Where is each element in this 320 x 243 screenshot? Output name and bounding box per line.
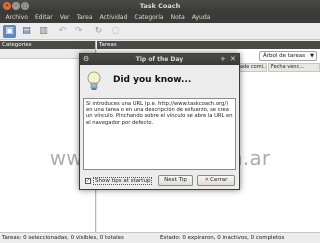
undo-icon[interactable]: ↶ <box>56 25 69 38</box>
tasks-panel-title: Tareas <box>97 41 320 49</box>
redo-icon[interactable]: ↷ <box>72 25 85 38</box>
open-icon[interactable]: ▣ <box>3 25 16 38</box>
task-view-selector-value: Árbol de tareas <box>263 53 306 59</box>
toolbar: ▣ ▤ ▥ ↶ ↷ ↻ ◌ <box>0 23 320 40</box>
dialog-maximize-icon[interactable]: + <box>220 55 226 63</box>
tip-of-the-day-dialog: ⚙ Tip of the Day + ✕ Did you know... Si … <box>79 53 240 190</box>
menu-actividad[interactable]: Actividad <box>96 12 131 23</box>
search-icon[interactable]: ◌ <box>109 25 122 38</box>
print-icon[interactable]: ▥ <box>37 25 50 38</box>
menu-tarea[interactable]: Tarea <box>73 12 96 23</box>
dialog-close-icon[interactable]: ✕ <box>230 55 236 63</box>
window-title: Task Coach <box>139 2 181 10</box>
column-header[interactable]: Fecha venc... <box>268 63 320 72</box>
save-icon[interactable]: ▤ <box>20 25 33 38</box>
categories-panel-title: Categories <box>0 41 95 49</box>
dialog-title-bar: ⚙ Tip of the Day + ✕ <box>80 54 239 65</box>
close-dialog-label: Cerrar <box>210 177 228 183</box>
show-tips-label: Show tips at startup <box>93 177 153 185</box>
menu-nota[interactable]: Nota <box>167 12 188 23</box>
next-tip-button[interactable]: Next Tip <box>158 175 193 186</box>
lightbulb-icon <box>87 71 101 90</box>
status-state: Estado: 0 expiraron, 0 inactivos, 0 comp… <box>160 235 285 241</box>
close-dialog-button[interactable]: ✕Cerrar <box>197 175 235 186</box>
dialog-title: Tip of the Day <box>135 56 184 63</box>
menu-bar: Archivo Editar Ver Tarea Actividad Categ… <box>0 12 320 23</box>
status-bar: Tareas: 0 seleccionadas, 0 visibles, 0 t… <box>0 232 320 243</box>
task-view-selector[interactable]: Árbol de tareas ▼ <box>259 51 317 61</box>
menu-ayuda[interactable]: Ayuda <box>188 12 214 23</box>
column-header[interactable]: ade comi... <box>237 63 267 72</box>
chevron-down-icon: ▼ <box>310 53 314 59</box>
close-icon: ✕ <box>204 177 210 183</box>
show-tips-toggle[interactable]: ✓ Show tips at startup <box>85 177 153 185</box>
show-tips-checkbox[interactable]: ✓ <box>85 178 91 184</box>
app-window: ✕ – □ Task Coach Archivo Editar Ver Tare… <box>0 0 320 243</box>
refresh-icon[interactable]: ↻ <box>92 25 105 38</box>
menu-archivo[interactable]: Archivo <box>2 12 31 23</box>
title-bar: ✕ – □ Task Coach <box>0 0 320 12</box>
menu-ver[interactable]: Ver <box>56 12 73 23</box>
dialog-headline: Did you know... <box>113 75 192 85</box>
status-tasks: Tareas: 0 seleccionadas, 0 visibles, 0 t… <box>2 235 124 241</box>
menu-categoria[interactable]: Categoría <box>131 12 167 23</box>
tip-text-area[interactable]: Si introduces una URL (p.e. http://www.t… <box>83 98 236 170</box>
menu-editar[interactable]: Editar <box>31 12 56 23</box>
